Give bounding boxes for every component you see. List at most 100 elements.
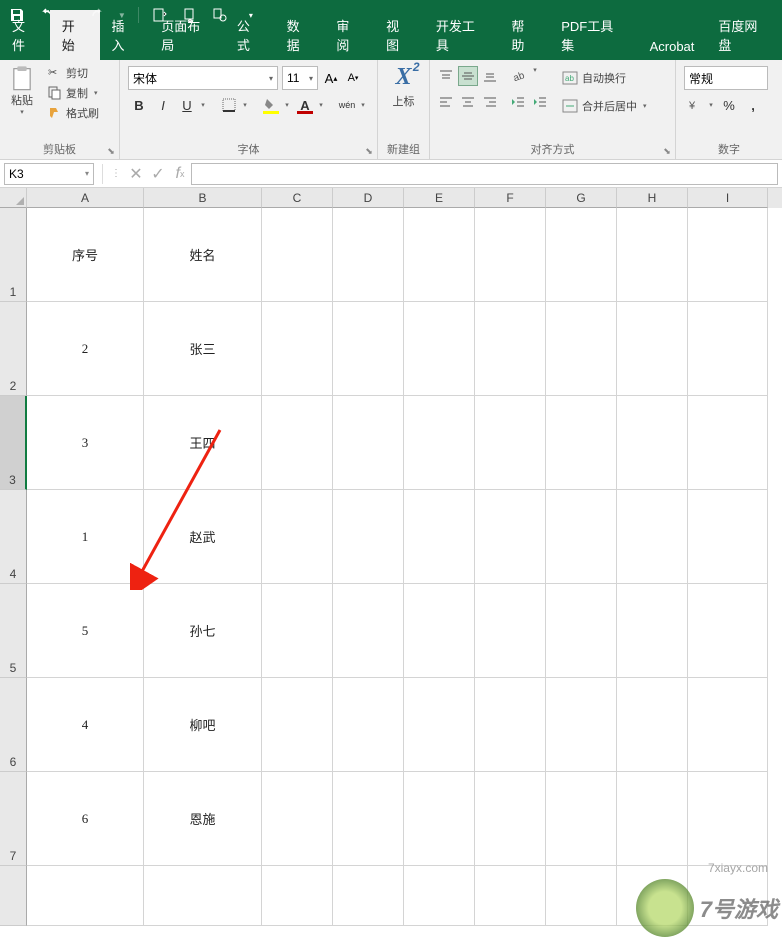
- cell[interactable]: [333, 772, 404, 866]
- cell[interactable]: [617, 208, 688, 302]
- cell[interactable]: [617, 584, 688, 678]
- col-header-I[interactable]: I: [688, 188, 768, 208]
- cell[interactable]: [262, 678, 333, 772]
- row-header[interactable]: 1: [0, 208, 27, 302]
- format-painter-button[interactable]: 格式刷: [44, 104, 103, 122]
- tab-pdftools[interactable]: PDF工具集: [549, 10, 637, 60]
- col-header-H[interactable]: H: [617, 188, 688, 208]
- cell[interactable]: 孙七: [144, 584, 262, 678]
- cell[interactable]: 5: [27, 584, 144, 678]
- cell[interactable]: [475, 866, 546, 926]
- cell[interactable]: [475, 584, 546, 678]
- tab-view[interactable]: 视图: [374, 10, 424, 60]
- cell[interactable]: [688, 396, 768, 490]
- row-header[interactable]: 3: [0, 396, 27, 490]
- tab-pagelayout[interactable]: 页面布局: [149, 10, 225, 60]
- cell[interactable]: [333, 396, 404, 490]
- tab-file[interactable]: 文件: [0, 10, 50, 60]
- decrease-font-icon[interactable]: A▾: [344, 69, 362, 87]
- cell[interactable]: [688, 208, 768, 302]
- col-header-C[interactable]: C: [262, 188, 333, 208]
- row-header[interactable]: 6: [0, 678, 27, 772]
- cell[interactable]: [144, 866, 262, 926]
- cell[interactable]: [617, 396, 688, 490]
- cell[interactable]: 序号: [27, 208, 144, 302]
- align-middle-button[interactable]: [458, 66, 478, 86]
- currency-dropdown[interactable]: ▾: [706, 101, 716, 109]
- cell[interactable]: [546, 772, 617, 866]
- cell[interactable]: [475, 302, 546, 396]
- cell[interactable]: [404, 396, 475, 490]
- comma-button[interactable]: ,: [742, 94, 764, 116]
- cell[interactable]: [475, 772, 546, 866]
- cell[interactable]: [617, 772, 688, 866]
- row-header[interactable]: 7: [0, 772, 27, 866]
- cell[interactable]: 张三: [144, 302, 262, 396]
- cell[interactable]: [688, 678, 768, 772]
- italic-button[interactable]: I: [152, 94, 174, 116]
- cell[interactable]: 6: [27, 772, 144, 866]
- font-expand-icon[interactable]: ⬊: [363, 145, 375, 157]
- cell[interactable]: [546, 396, 617, 490]
- cell[interactable]: [333, 866, 404, 926]
- paste-button[interactable]: 粘贴 ▾: [4, 62, 40, 118]
- increase-indent-button[interactable]: [530, 92, 550, 112]
- orientation-dropdown[interactable]: ▾: [530, 66, 540, 86]
- cell[interactable]: [475, 490, 546, 584]
- cell[interactable]: 姓名: [144, 208, 262, 302]
- cell[interactable]: [262, 208, 333, 302]
- cell[interactable]: [546, 490, 617, 584]
- col-header-E[interactable]: E: [404, 188, 475, 208]
- cell[interactable]: [475, 396, 546, 490]
- tab-formulas[interactable]: 公式: [225, 10, 275, 60]
- tab-developer[interactable]: 开发工具: [424, 10, 500, 60]
- tab-acrobat[interactable]: Acrobat: [638, 33, 707, 60]
- currency-button[interactable]: ¥: [684, 94, 706, 116]
- increase-font-icon[interactable]: A▴: [322, 69, 340, 87]
- cell[interactable]: [404, 490, 475, 584]
- clipboard-expand-icon[interactable]: ⬊: [105, 145, 117, 157]
- cell[interactable]: [262, 584, 333, 678]
- orientation-button[interactable]: ab: [508, 66, 528, 86]
- cell[interactable]: [262, 866, 333, 926]
- align-center-button[interactable]: [458, 92, 478, 112]
- cell[interactable]: 王四: [144, 396, 262, 490]
- cell[interactable]: [333, 490, 404, 584]
- font-color-button[interactable]: A: [294, 94, 316, 116]
- cell[interactable]: [688, 772, 768, 866]
- row-header[interactable]: [0, 866, 27, 926]
- accept-formula-icon[interactable]: ✓: [147, 163, 169, 185]
- redo-dropdown[interactable]: ▼: [118, 11, 126, 20]
- cell[interactable]: 恩施: [144, 772, 262, 866]
- tab-help[interactable]: 帮助: [499, 10, 549, 60]
- wrap-text-button[interactable]: ab自动换行: [558, 68, 651, 88]
- number-format-select[interactable]: 常规: [684, 66, 768, 90]
- cell[interactable]: [617, 490, 688, 584]
- cell[interactable]: [688, 302, 768, 396]
- cell[interactable]: [688, 866, 768, 926]
- decrease-indent-button[interactable]: [508, 92, 528, 112]
- superscript-button[interactable]: X2 上标: [382, 62, 425, 111]
- cell[interactable]: [404, 866, 475, 926]
- cell[interactable]: [475, 208, 546, 302]
- cell[interactable]: [546, 678, 617, 772]
- cut-button[interactable]: ✂剪切: [44, 64, 103, 82]
- row-header[interactable]: 2: [0, 302, 27, 396]
- cell[interactable]: [617, 302, 688, 396]
- cell[interactable]: 赵武: [144, 490, 262, 584]
- cell[interactable]: 1: [27, 490, 144, 584]
- cancel-formula-icon[interactable]: ✕: [125, 163, 147, 185]
- font-color-dropdown[interactable]: ▾: [316, 101, 326, 109]
- font-name-select[interactable]: 宋体▾: [128, 66, 278, 90]
- cell[interactable]: [475, 678, 546, 772]
- fill-color-button[interactable]: [260, 94, 282, 116]
- fill-color-dropdown[interactable]: ▾: [282, 101, 292, 109]
- fx-icon[interactable]: fx: [169, 163, 191, 185]
- cell[interactable]: [404, 208, 475, 302]
- cell[interactable]: [546, 302, 617, 396]
- border-dropdown[interactable]: ▾: [240, 101, 250, 109]
- cell[interactable]: [688, 490, 768, 584]
- tab-baidu[interactable]: 百度网盘: [706, 10, 782, 60]
- border-button[interactable]: [218, 94, 240, 116]
- align-expand-icon[interactable]: ⬊: [661, 145, 673, 157]
